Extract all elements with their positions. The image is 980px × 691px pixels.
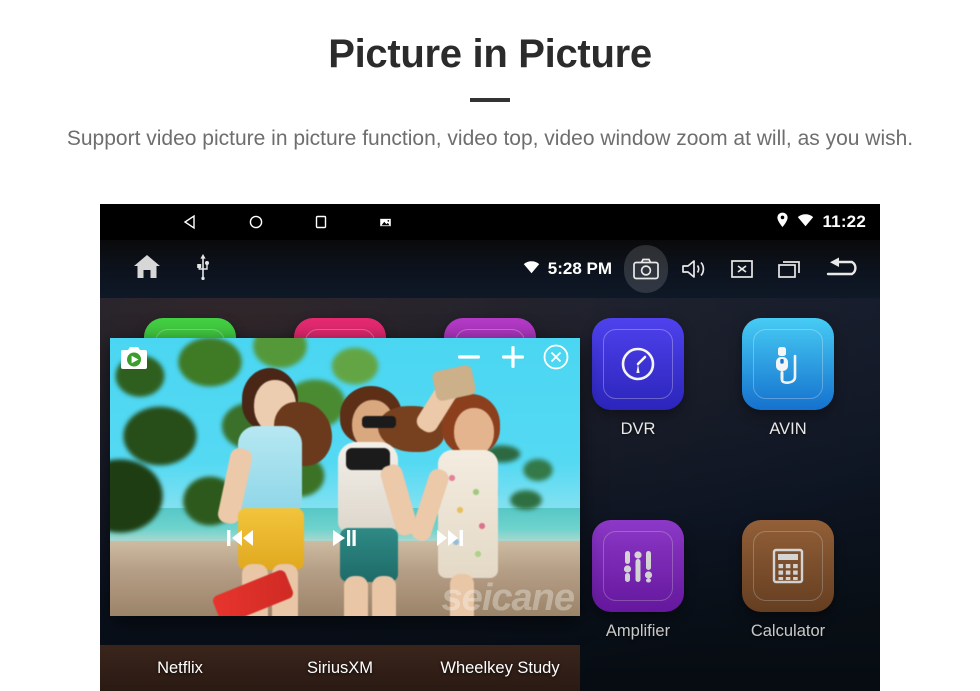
pip-window-controls — [454, 342, 570, 372]
app-icon-calculator[interactable]: Calculator — [728, 520, 848, 641]
camera-screenshot-button[interactable] — [624, 245, 668, 293]
recents-square-icon[interactable] — [288, 204, 353, 240]
home-circle-icon[interactable] — [223, 204, 288, 240]
avin-plug-icon — [776, 347, 797, 384]
zoom-out-button[interactable] — [454, 342, 484, 372]
close-pip-button[interactable] — [542, 343, 570, 371]
page-header: Picture in Picture Support video picture… — [0, 0, 980, 153]
app-icon-avin[interactable]: AVIN — [728, 318, 848, 439]
person-left — [211, 368, 332, 616]
equalizer-sliders-icon — [623, 551, 653, 583]
pip-video-window[interactable]: seicane — [110, 338, 580, 616]
volume-button[interactable] — [672, 245, 716, 293]
status-bar-nav-group — [100, 204, 418, 240]
zoom-in-button[interactable] — [498, 342, 528, 372]
device-screen: 11:22 5:28 PM DVR AVIN Amplifier Calcula… — [100, 204, 880, 691]
play-pause-button[interactable] — [331, 527, 359, 549]
screenshot-icon[interactable] — [353, 204, 418, 240]
home-icon[interactable] — [132, 253, 162, 285]
dvr-gauge-icon — [621, 347, 655, 381]
app-label: DVR — [620, 420, 656, 438]
page-title: Picture in Picture — [328, 32, 652, 76]
app-toolbar: 5:28 PM — [100, 240, 880, 298]
usb-icon[interactable] — [196, 253, 210, 285]
sunglasses — [362, 416, 396, 428]
pip-playback-controls — [110, 527, 580, 549]
app-icon-amplifier[interactable]: Amplifier — [578, 520, 698, 641]
video-scene — [110, 338, 580, 616]
video-watermark: seicane — [441, 577, 575, 616]
recent-apps-button[interactable] — [768, 245, 812, 293]
app-label-wheelkey-study: Wheelkey Study — [440, 658, 560, 677]
title-divider — [470, 98, 510, 102]
back-button[interactable] — [816, 245, 868, 293]
next-track-button[interactable] — [435, 527, 465, 549]
app-label-siriusxm: SiriusXM — [306, 658, 373, 677]
bottom-app-labels: Netflix SiriusXM Wheelkey Study — [100, 645, 580, 691]
android-status-bar: 11:22 — [100, 204, 880, 240]
location-pin-icon — [776, 212, 789, 233]
home-screen-desktop: DVR AVIN Amplifier Calculator Netflix Si… — [100, 298, 880, 691]
app-label: Amplifier — [605, 622, 671, 640]
close-app-button[interactable] — [720, 245, 764, 293]
video-camera-icon — [120, 346, 150, 370]
wifi-icon — [523, 260, 540, 279]
calculator-icon — [772, 548, 804, 584]
toolbar-left-group — [100, 253, 210, 285]
back-triangle-icon[interactable] — [158, 204, 223, 240]
app-icon-dvr[interactable]: DVR — [578, 318, 698, 439]
previous-track-button[interactable] — [225, 527, 255, 549]
wifi-icon — [797, 213, 814, 232]
app-label-netflix: Netflix — [157, 658, 203, 677]
app-label: Calculator — [750, 622, 826, 640]
status-bar-clock: 11:22 — [822, 212, 866, 231]
page-subtitle: Support video picture in picture functio… — [66, 127, 914, 150]
toolbar-right-group: 5:28 PM — [523, 240, 868, 298]
toolbar-clock: 5:28 PM — [547, 259, 612, 278]
status-bar-right-group: 11:22 — [776, 204, 866, 240]
app-label: AVIN — [769, 420, 807, 438]
